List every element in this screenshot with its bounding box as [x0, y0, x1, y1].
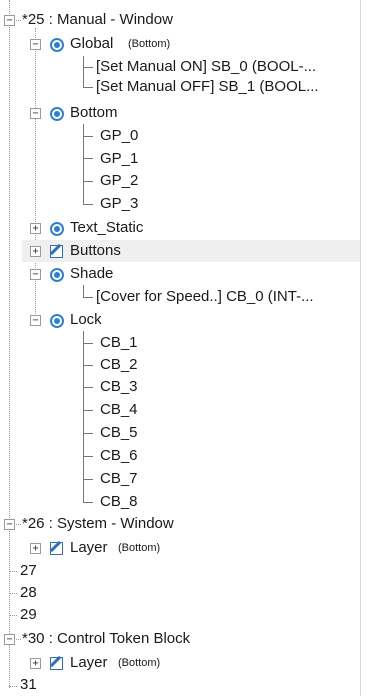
collapse-toggle[interactable]: −	[30, 39, 41, 50]
node-label: Bottom	[70, 104, 118, 121]
tree-connector	[9, 571, 17, 572]
tree-node-text-static[interactable]: + Text_Static	[0, 217, 360, 239]
tree-connector	[83, 365, 93, 366]
tree-connector	[9, 615, 17, 616]
node-label: CB_4	[100, 401, 138, 418]
edit-icon[interactable]	[50, 245, 63, 258]
node-label: Lock	[70, 311, 102, 328]
tree-connector	[83, 331, 84, 502]
tree-connector	[83, 502, 93, 503]
node-layer-position: (Bottom)	[118, 542, 161, 554]
node-label: 27	[20, 562, 37, 579]
node-label: 31	[20, 676, 37, 693]
tree-connector	[9, 593, 17, 594]
node-label: 28	[20, 584, 37, 601]
node-label: GP_3	[100, 195, 139, 212]
tree-connector	[83, 387, 93, 388]
node-label: [Cover for Speed..] CB_0 (INT-...	[96, 288, 314, 305]
node-label: CB_5	[100, 424, 138, 441]
node-label: CB_3	[100, 378, 138, 395]
tree-node-sb0[interactable]: [Set Manual ON] SB_0 (BOOL-...	[0, 56, 360, 78]
tree-node-layer[interactable]: + Layer (Bottom)	[0, 652, 360, 674]
node-layer-position: (Bottom)	[118, 657, 161, 669]
node-label: GP_1	[100, 150, 139, 167]
collapse-toggle[interactable]: −	[30, 269, 41, 280]
tree-connector	[83, 136, 93, 137]
node-label: *26 : System - Window	[22, 515, 174, 532]
tree-connector	[83, 410, 93, 411]
collapse-toggle[interactable]: −	[30, 315, 41, 326]
node-label: CB_8	[100, 493, 138, 510]
node-label: *30 : Control Token Block	[22, 630, 191, 647]
tree-node-window-25[interactable]: − *25 : Manual - Window	[0, 9, 360, 31]
eye-icon[interactable]	[50, 222, 64, 236]
tree-connector	[83, 479, 93, 480]
node-label: CB_1	[100, 334, 138, 351]
node-label: CB_7	[100, 470, 138, 487]
edit-icon[interactable]	[50, 542, 63, 555]
eye-icon[interactable]	[50, 268, 64, 282]
tree-view[interactable]: − *25 : Manual - Window − Global (Bottom…	[0, 0, 367, 696]
tree-node-shade[interactable]: − Shade	[0, 263, 360, 285]
tree-node-lock[interactable]: − Lock	[0, 309, 360, 331]
tree-node-buttons[interactable]: + Buttons	[22, 240, 360, 262]
expand-toggle[interactable]: +	[30, 543, 41, 554]
tree-connector	[83, 181, 93, 182]
node-label: Buttons	[70, 242, 121, 259]
node-label: Layer	[70, 539, 108, 556]
collapse-toggle[interactable]: −	[4, 634, 15, 645]
node-label: [Set Manual OFF] SB_1 (BOOL...	[96, 78, 319, 95]
node-layer-position: (Bottom)	[128, 38, 171, 50]
tree-connector	[83, 204, 93, 205]
collapse-toggle[interactable]: −	[30, 108, 41, 119]
node-label: GP_2	[100, 172, 139, 189]
tree-node-window-26[interactable]: − *26 : System - Window	[0, 513, 360, 535]
tree-node-window-30[interactable]: − *30 : Control Token Block	[0, 628, 360, 650]
tree-connector	[83, 433, 93, 434]
node-label: Text_Static	[70, 219, 144, 236]
eye-icon[interactable]	[50, 38, 64, 52]
node-label: CB_2	[100, 356, 138, 373]
tree-connector	[83, 158, 93, 159]
eye-icon[interactable]	[50, 107, 64, 121]
collapse-toggle[interactable]: −	[4, 519, 15, 530]
tree-node-layer[interactable]: + Layer (Bottom)	[0, 537, 360, 559]
node-label: CB_6	[100, 447, 138, 464]
node-label: Layer	[70, 654, 108, 671]
tree-node-global[interactable]: − Global (Bottom)	[0, 33, 360, 55]
node-label: Global	[70, 35, 114, 52]
expand-toggle[interactable]: +	[30, 246, 41, 257]
edit-icon[interactable]	[50, 657, 63, 670]
node-label: GP_0	[100, 127, 139, 144]
panel-divider	[360, 0, 361, 696]
tree-connector	[83, 456, 93, 457]
eye-icon[interactable]	[50, 314, 64, 328]
node-label: Shade	[70, 265, 114, 282]
expand-toggle[interactable]: +	[30, 223, 41, 234]
tree-node-sb1[interactable]: [Set Manual OFF] SB_1 (BOOL...	[0, 76, 360, 98]
node-label: [Set Manual ON] SB_0 (BOOL-...	[96, 58, 317, 75]
node-label: *25 : Manual - Window	[22, 11, 173, 28]
node-label: 29	[20, 606, 37, 623]
tree-node-cb0[interactable]: [Cover for Speed..] CB_0 (INT-...	[0, 286, 360, 308]
tree-node-bottom[interactable]: − Bottom	[0, 102, 360, 124]
tree-connector	[83, 343, 93, 344]
expand-toggle[interactable]: +	[30, 658, 41, 669]
collapse-toggle[interactable]: −	[4, 15, 15, 26]
tree-connector	[9, 686, 17, 687]
